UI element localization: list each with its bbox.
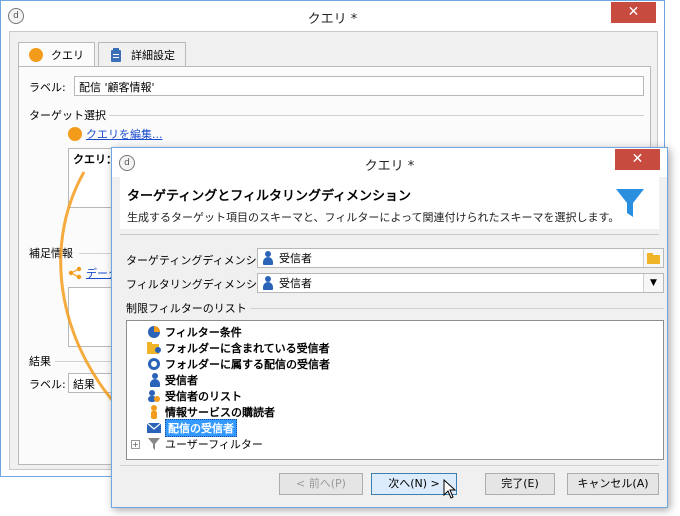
filter-list-section-title: 制限フィルターのリスト — [126, 302, 247, 315]
folder-delivery-recipients-icon — [147, 357, 161, 371]
folder-browse-button[interactable] — [643, 249, 663, 267]
filter-conditions-icon — [147, 325, 161, 339]
chevron-down-icon[interactable]: ▼ — [643, 274, 663, 292]
header-divider — [120, 234, 659, 235]
recipient-icon — [262, 276, 273, 290]
prev-button[interactable]: < 前へ(P) — [279, 473, 363, 495]
recipient-list-icon — [147, 389, 161, 403]
cancel-button[interactable]: キャンセル(A) — [567, 473, 659, 495]
list-item[interactable]: + ユーザーフィルター — [131, 436, 263, 452]
targeting-dimension-value: 受信者 — [279, 252, 312, 265]
list-item[interactable]: 情報サービスの購読者 — [147, 404, 275, 420]
user-filter-icon — [147, 437, 161, 451]
dialog-header-title: ターゲティングとフィルタリングディメンション — [127, 189, 412, 204]
finish-button[interactable]: 完了(E) — [485, 473, 555, 495]
mouse-cursor-icon — [443, 479, 457, 499]
filter-item-label: 配信の受信者 — [165, 419, 237, 437]
filter-item-label: フォルダーに属する配信の受信者 — [165, 358, 330, 371]
list-item-selected[interactable]: 配信の受信者 — [147, 419, 237, 437]
filter-list-divider — [250, 308, 664, 309]
filter-item-label: ユーザーフィルター — [165, 438, 263, 451]
targeting-dimension-field[interactable]: 受信者 — [257, 248, 664, 268]
query-dialog: d クエリ * ✕ ターゲティングとフィルタリングディメンション 生成するターゲ… — [111, 147, 668, 508]
subscriber-icon — [147, 405, 161, 419]
filter-item-label: フィルター条件 — [165, 326, 242, 339]
list-item[interactable]: 受信者のリスト — [147, 388, 242, 404]
folder-recipients-icon — [147, 341, 161, 355]
footer-divider — [120, 465, 659, 466]
filtering-dimension-select[interactable]: 受信者 ▼ — [257, 273, 664, 293]
list-item[interactable]: フィルター条件 — [147, 324, 242, 340]
filter-item-label: 受信者 — [165, 374, 198, 387]
filter-item-label: 受信者のリスト — [165, 390, 242, 403]
dialog-title: クエリ * — [364, 159, 415, 174]
list-item[interactable]: 受信者 — [147, 372, 198, 388]
filter-item-label: フォルダーに含まれている受信者 — [165, 342, 330, 355]
filtering-dimension-value: 受信者 — [279, 277, 312, 290]
dialog-header: ターゲティングとフィルタリングディメンション 生成するターゲット項目のスキーマと… — [120, 177, 659, 229]
list-item[interactable]: フォルダーに含まれている受信者 — [147, 340, 330, 356]
expand-icon[interactable]: + — [131, 439, 140, 449]
dialog-close-button[interactable]: ✕ — [615, 149, 660, 170]
recipient-icon — [262, 251, 273, 265]
dialog-header-subtitle: 生成するターゲット項目のスキーマと、フィルターによって関連付けられたスキーマを選… — [127, 211, 620, 224]
folder-icon — [647, 252, 660, 264]
delivery-recipients-icon — [147, 421, 161, 435]
dialog-titlebar: d クエリ * ✕ — [112, 148, 667, 177]
funnel-icon — [616, 189, 644, 217]
filter-list[interactable]: フィルター条件 フォルダーに含まれている受信者 フォルダーに属する配信の受信者 … — [126, 320, 664, 460]
recipient-icon — [147, 373, 161, 387]
filter-item-label: 情報サービスの購読者 — [165, 406, 275, 419]
list-item[interactable]: フォルダーに属する配信の受信者 — [147, 356, 330, 372]
